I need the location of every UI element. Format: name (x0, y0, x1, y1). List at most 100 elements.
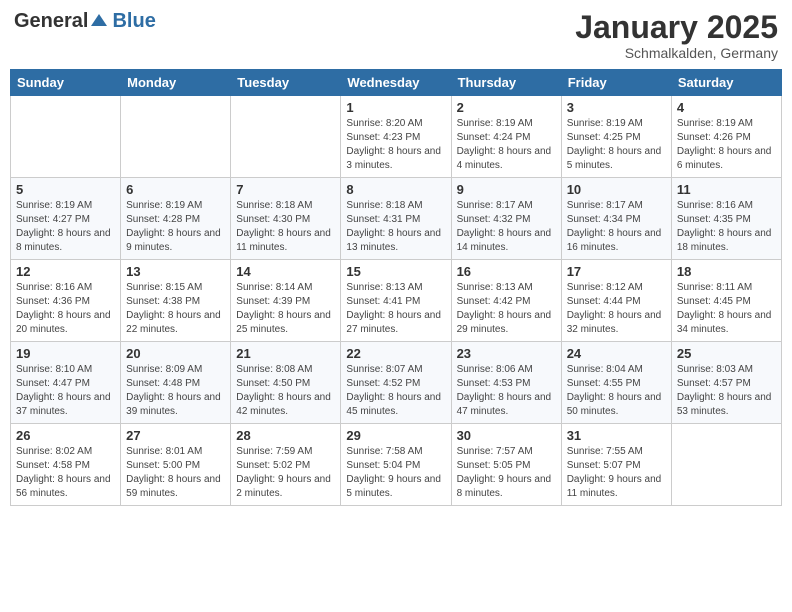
page-header: General Blue January 2025 Schmalkalden, … (10, 10, 782, 61)
day-info: Sunrise: 8:18 AM Sunset: 4:31 PM Dayligh… (346, 199, 445, 255)
day-number: 4 (677, 100, 776, 115)
calendar-cell: 17 Sunrise: 8:12 AM Sunset: 4:44 PM Dayli… (561, 260, 671, 342)
calendar-cell: 4 Sunrise: 8:19 AM Sunset: 4:26 PM Daylig… (671, 96, 781, 178)
day-number: 1 (346, 100, 445, 115)
day-number: 24 (567, 346, 666, 361)
logo-icon (89, 12, 109, 32)
calendar-cell: 10 Sunrise: 8:17 AM Sunset: 4:34 PM Dayli… (561, 178, 671, 260)
day-number: 31 (567, 428, 666, 443)
day-number: 27 (126, 428, 225, 443)
day-number: 14 (236, 264, 335, 279)
day-header-wednesday: Wednesday (341, 70, 451, 96)
calendar-cell: 16Sunrise: 8:13 AM Sunset: 4:42 PM Dayli… (451, 260, 561, 342)
day-info: Sunrise: 8:11 AM Sunset: 4:45 PM Dayligh… (677, 281, 776, 337)
day-number: 17 (567, 264, 666, 279)
day-number: 21 (236, 346, 335, 361)
day-info: Sunrise: 8:15 AM Sunset: 4:38 PM Dayligh… (126, 281, 225, 337)
day-info: Sunrise: 8:19 AM Sunset: 4:25 PM Dayligh… (567, 117, 666, 173)
day-info: Sunrise: 8:19 AM Sunset: 4:26 PM Dayligh… (677, 117, 776, 173)
day-number: 10 (567, 182, 666, 197)
day-number: 8 (346, 182, 445, 197)
day-number: 9 (457, 182, 556, 197)
calendar-cell: 30 Sunrise: 7:57 AM Sunset: 5:05 PM Dayli… (451, 424, 561, 506)
calendar-cell: 9 Sunrise: 8:17 AM Sunset: 4:32 PM Daylig… (451, 178, 561, 260)
calendar-table: SundayMondayTuesdayWednesdayThursdayFrid… (10, 69, 782, 506)
day-info: Sunrise: 8:16 AM Sunset: 4:36 PM Dayligh… (16, 281, 115, 337)
day-info: Sunrise: 8:18 AM Sunset: 4:30 PM Dayligh… (236, 199, 335, 255)
calendar-week-row: 19 Sunrise: 8:10 AM Sunset: 4:47 PM Dayli… (11, 342, 782, 424)
day-info: Sunrise: 8:12 AM Sunset: 4:44 PM Dayligh… (567, 281, 666, 337)
day-number: 30 (457, 428, 556, 443)
calendar-cell: 28 Sunrise: 7:59 AM Sunset: 5:02 PM Dayli… (231, 424, 341, 506)
calendar-cell: 3 Sunrise: 8:19 AM Sunset: 4:25 PM Daylig… (561, 96, 671, 178)
calendar-cell: 14 Sunrise: 8:14 AM Sunset: 4:39 PM Dayli… (231, 260, 341, 342)
calendar-cell: 13 Sunrise: 8:15 AM Sunset: 4:38 PM Dayli… (121, 260, 231, 342)
day-number: 16 (457, 264, 556, 279)
calendar-cell: 22Sunrise: 8:07 AM Sunset: 4:52 PM Dayli… (341, 342, 451, 424)
day-info: Sunrise: 8:08 AM Sunset: 4:50 PM Dayligh… (236, 363, 335, 419)
day-info: Sunrise: 8:09 AM Sunset: 4:48 PM Dayligh… (126, 363, 225, 419)
day-number: 22 (346, 346, 445, 361)
day-info: Sunrise: 7:57 AM Sunset: 5:05 PM Dayligh… (457, 445, 556, 501)
calendar-cell (231, 96, 341, 178)
calendar-header-row: SundayMondayTuesdayWednesdayThursdayFrid… (11, 70, 782, 96)
day-number: 13 (126, 264, 225, 279)
day-info: Sunrise: 8:19 AM Sunset: 4:28 PM Dayligh… (126, 199, 225, 255)
day-number: 26 (16, 428, 115, 443)
calendar-cell (671, 424, 781, 506)
logo-blue: Blue (112, 10, 155, 33)
calendar-cell: 2Sunrise: 8:19 AM Sunset: 4:24 PM Daylig… (451, 96, 561, 178)
month-title: January 2025 (575, 10, 778, 45)
day-info: Sunrise: 8:01 AM Sunset: 5:00 PM Dayligh… (126, 445, 225, 501)
calendar-week-row: 1 Sunrise: 8:20 AM Sunset: 4:23 PM Daylig… (11, 96, 782, 178)
calendar-cell (11, 96, 121, 178)
day-header-thursday: Thursday (451, 70, 561, 96)
calendar-cell: 1 Sunrise: 8:20 AM Sunset: 4:23 PM Daylig… (341, 96, 451, 178)
logo-general: General (14, 10, 88, 33)
calendar-cell: 5Sunrise: 8:19 AM Sunset: 4:27 PM Daylig… (11, 178, 121, 260)
calendar-cell: 7 Sunrise: 8:18 AM Sunset: 4:30 PM Daylig… (231, 178, 341, 260)
day-number: 29 (346, 428, 445, 443)
day-info: Sunrise: 8:13 AM Sunset: 4:41 PM Dayligh… (346, 281, 445, 337)
day-info: Sunrise: 8:14 AM Sunset: 4:39 PM Dayligh… (236, 281, 335, 337)
day-info: Sunrise: 8:17 AM Sunset: 4:34 PM Dayligh… (567, 199, 666, 255)
day-number: 3 (567, 100, 666, 115)
calendar-cell: 19 Sunrise: 8:10 AM Sunset: 4:47 PM Dayli… (11, 342, 121, 424)
calendar-cell: 12 Sunrise: 8:16 AM Sunset: 4:36 PM Dayli… (11, 260, 121, 342)
calendar-cell: 31 Sunrise: 7:55 AM Sunset: 5:07 PM Dayli… (561, 424, 671, 506)
calendar-cell: 29Sunrise: 7:58 AM Sunset: 5:04 PM Dayli… (341, 424, 451, 506)
day-info: Sunrise: 7:55 AM Sunset: 5:07 PM Dayligh… (567, 445, 666, 501)
day-number: 25 (677, 346, 776, 361)
day-header-monday: Monday (121, 70, 231, 96)
calendar-cell: 18Sunrise: 8:11 AM Sunset: 4:45 PM Dayli… (671, 260, 781, 342)
day-number: 6 (126, 182, 225, 197)
calendar-cell: 24 Sunrise: 8:04 AM Sunset: 4:55 PM Dayli… (561, 342, 671, 424)
calendar-cell: 15 Sunrise: 8:13 AM Sunset: 4:41 PM Dayli… (341, 260, 451, 342)
calendar-cell: 23Sunrise: 8:06 AM Sunset: 4:53 PM Dayli… (451, 342, 561, 424)
day-info: Sunrise: 8:03 AM Sunset: 4:57 PM Dayligh… (677, 363, 776, 419)
day-number: 15 (346, 264, 445, 279)
day-number: 12 (16, 264, 115, 279)
calendar-cell: 6 Sunrise: 8:19 AM Sunset: 4:28 PM Daylig… (121, 178, 231, 260)
day-number: 19 (16, 346, 115, 361)
day-number: 28 (236, 428, 335, 443)
location-subtitle: Schmalkalden, Germany (575, 45, 778, 61)
calendar-cell: 21 Sunrise: 8:08 AM Sunset: 4:50 PM Dayli… (231, 342, 341, 424)
day-header-saturday: Saturday (671, 70, 781, 96)
day-number: 11 (677, 182, 776, 197)
day-info: Sunrise: 8:10 AM Sunset: 4:47 PM Dayligh… (16, 363, 115, 419)
calendar-cell: 26Sunrise: 8:02 AM Sunset: 4:58 PM Dayli… (11, 424, 121, 506)
day-number: 7 (236, 182, 335, 197)
day-info: Sunrise: 8:04 AM Sunset: 4:55 PM Dayligh… (567, 363, 666, 419)
day-info: Sunrise: 8:06 AM Sunset: 4:53 PM Dayligh… (457, 363, 556, 419)
calendar-cell: 11Sunrise: 8:16 AM Sunset: 4:35 PM Dayli… (671, 178, 781, 260)
day-number: 20 (126, 346, 225, 361)
calendar-week-row: 12 Sunrise: 8:16 AM Sunset: 4:36 PM Dayli… (11, 260, 782, 342)
calendar-cell (121, 96, 231, 178)
calendar-cell: 27 Sunrise: 8:01 AM Sunset: 5:00 PM Dayli… (121, 424, 231, 506)
day-number: 2 (457, 100, 556, 115)
day-info: Sunrise: 8:17 AM Sunset: 4:32 PM Dayligh… (457, 199, 556, 255)
day-info: Sunrise: 7:59 AM Sunset: 5:02 PM Dayligh… (236, 445, 335, 501)
calendar-cell: 25 Sunrise: 8:03 AM Sunset: 4:57 PM Dayli… (671, 342, 781, 424)
day-info: Sunrise: 8:20 AM Sunset: 4:23 PM Dayligh… (346, 117, 445, 173)
